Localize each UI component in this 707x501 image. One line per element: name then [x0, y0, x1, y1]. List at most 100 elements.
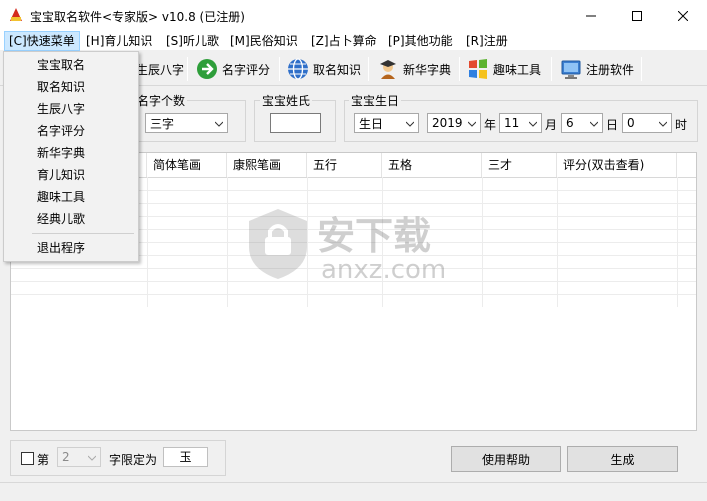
month-select[interactable]: 11 — [499, 113, 542, 133]
close-button[interactable] — [660, 0, 706, 31]
column-header-five-elements[interactable]: 五行 — [307, 153, 382, 177]
name-count-select[interactable]: 三字 — [145, 113, 228, 133]
maximize-button[interactable] — [614, 0, 660, 31]
window-title: 宝宝取名软件<专家版> v10.8 (已注册) — [30, 10, 245, 24]
toolbar-separator — [187, 57, 188, 81]
menu-other[interactable]: [P]其他功能 — [384, 31, 457, 51]
year-unit: 年 — [484, 118, 497, 132]
hour-unit: 时 — [675, 118, 688, 132]
chevron-down-icon — [215, 121, 223, 127]
menu-nursery-rhymes[interactable]: [S]听儿歌 — [162, 31, 223, 51]
menu-quick[interactable]: [C]快速菜单 — [4, 31, 80, 51]
dropdown-item-name-score[interactable]: 名字评分 — [6, 120, 136, 142]
column-header-simplified-strokes[interactable]: 简体笔画 — [147, 153, 227, 177]
app-icon — [10, 8, 22, 21]
chevron-down-icon — [659, 121, 667, 127]
column-header-score[interactable]: 评分(双击查看) — [557, 153, 677, 177]
grid-col-line — [482, 177, 483, 307]
toolbar-fun-tools-button[interactable]: 趣味工具 — [463, 55, 545, 83]
toolbar-separator — [459, 57, 460, 81]
grid-col-line — [227, 177, 228, 307]
dropdown-item-fun-tools[interactable]: 趣味工具 — [6, 186, 136, 208]
quick-menu-dropdown: 宝宝取名 取名知识 生辰八字 名字评分 新华字典 育儿知识 趣味工具 经典儿歌 … — [3, 51, 139, 262]
birthday-label: 宝宝生日 — [349, 92, 402, 109]
column-header-five-grids[interactable]: 五格 — [382, 153, 482, 177]
char-limit-input[interactable]: 玉 — [163, 447, 208, 467]
dropdown-item-naming-knowledge[interactable]: 取名知识 — [6, 76, 136, 98]
chevron-down-icon — [468, 121, 476, 127]
char-position-prefix: 第 — [37, 453, 50, 467]
windows-logo-icon — [469, 59, 487, 79]
day-select[interactable]: 6 — [561, 113, 603, 133]
help-button[interactable]: 使用帮助 — [451, 446, 561, 472]
toolbar-bazi-button[interactable]: 生辰八字 — [132, 55, 188, 83]
name-count-value: 三字 — [150, 116, 175, 131]
toolbar-register-button[interactable]: 注册软件 — [556, 55, 638, 83]
menu-divination[interactable]: [Z]占卜算命 — [307, 31, 381, 51]
globe-icon — [288, 58, 308, 80]
minimize-icon — [586, 15, 596, 16]
dropdown-item-exit[interactable]: 退出程序 — [6, 237, 136, 259]
char-limit-checkbox[interactable] — [21, 452, 34, 465]
chevron-down-icon — [590, 121, 598, 127]
toolbar-separator — [641, 57, 642, 81]
scholar-icon — [380, 60, 396, 79]
maximize-icon — [632, 10, 642, 21]
calendar-type-select[interactable]: 生日 — [354, 113, 419, 133]
hour-select[interactable]: 0 — [622, 113, 672, 133]
minimize-button[interactable] — [568, 0, 614, 31]
grid-col-line — [557, 177, 558, 307]
watermark: 安下载 anxz.com — [245, 205, 475, 290]
year-select[interactable]: 2019 — [427, 113, 481, 133]
day-value: 6 — [566, 116, 574, 130]
char-position-value: 2 — [62, 450, 70, 464]
dropdown-item-bazi[interactable]: 生辰八字 — [6, 98, 136, 120]
char-position-select[interactable]: 2 — [57, 447, 101, 467]
grid-col-line — [677, 177, 678, 307]
dropdown-item-dictionary[interactable]: 新华字典 — [6, 142, 136, 164]
toolbar-register-label: 注册软件 — [586, 62, 635, 77]
hour-value: 0 — [627, 116, 635, 130]
arrow-right-icon — [197, 59, 217, 79]
monitor-icon — [561, 60, 581, 79]
year-value: 2019 — [432, 116, 463, 130]
month-unit: 月 — [545, 118, 558, 132]
toolbar-bazi-label: 生辰八字 — [136, 62, 185, 77]
chevron-down-icon — [529, 121, 537, 127]
toolbar-name-score-label: 名字评分 — [222, 62, 271, 77]
calendar-type-value: 生日 — [359, 116, 384, 131]
watermark-en: anxz.com — [321, 255, 447, 285]
toolbar-dictionary-label: 新华字典 — [403, 62, 452, 77]
toolbar-naming-knowledge-button[interactable]: 取名知识 — [283, 55, 365, 83]
toolbar-separator — [368, 57, 369, 81]
toolbar-dictionary-button[interactable]: 新华字典 — [373, 55, 455, 83]
dropdown-separator — [32, 233, 134, 234]
toolbar-separator — [279, 57, 280, 81]
dropdown-item-parenting[interactable]: 育儿知识 — [6, 164, 136, 186]
menu-parenting[interactable]: [H]育儿知识 — [82, 31, 156, 51]
dropdown-item-nursery-rhymes[interactable]: 经典儿歌 — [6, 208, 136, 230]
month-value: 11 — [504, 116, 520, 130]
menu-bar: [C]快速菜单 [H]育儿知识 [S]听儿歌 [M]民俗知识 [Z]占卜算命 [… — [0, 31, 707, 51]
toolbar-name-score-button[interactable]: 名字评分 — [192, 55, 274, 83]
status-bar — [0, 482, 707, 501]
grid-col-line — [147, 177, 148, 307]
menu-register[interactable]: [R]注册 — [462, 31, 512, 51]
name-count-label: 名字个数 — [135, 92, 188, 109]
menu-folk[interactable]: [M]民俗知识 — [226, 31, 302, 51]
chevron-down-icon — [406, 121, 414, 127]
surname-label: 宝宝姓氏 — [260, 92, 313, 109]
watermark-cn: 安下载 — [317, 214, 432, 258]
day-unit: 日 — [606, 118, 619, 132]
column-header-three-talents[interactable]: 三才 — [482, 153, 557, 177]
shield-icon — [249, 209, 307, 279]
generate-button[interactable]: 生成 — [567, 446, 678, 472]
title-bar: 宝宝取名软件<专家版> v10.8 (已注册) — [0, 0, 707, 31]
grid-row-line — [11, 294, 696, 295]
surname-input[interactable] — [270, 113, 321, 133]
toolbar-fun-tools-label: 趣味工具 — [493, 62, 542, 77]
dropdown-item-baby-naming[interactable]: 宝宝取名 — [6, 54, 136, 76]
close-icon — [678, 10, 688, 21]
column-header-kangxi-strokes[interactable]: 康熙笔画 — [227, 153, 307, 177]
toolbar-naming-knowledge-label: 取名知识 — [313, 62, 362, 77]
